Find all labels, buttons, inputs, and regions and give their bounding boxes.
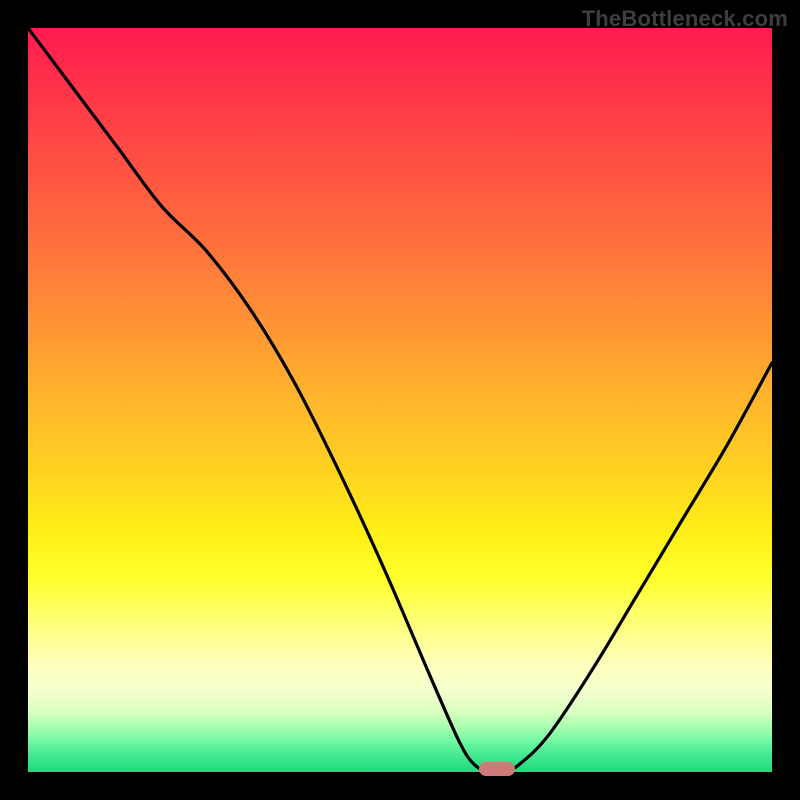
curve-path [28,28,772,772]
plot-area [28,28,772,772]
bottleneck-curve [28,28,772,772]
optimal-marker [479,762,515,776]
chart-frame: TheBottleneck.com [0,0,800,800]
